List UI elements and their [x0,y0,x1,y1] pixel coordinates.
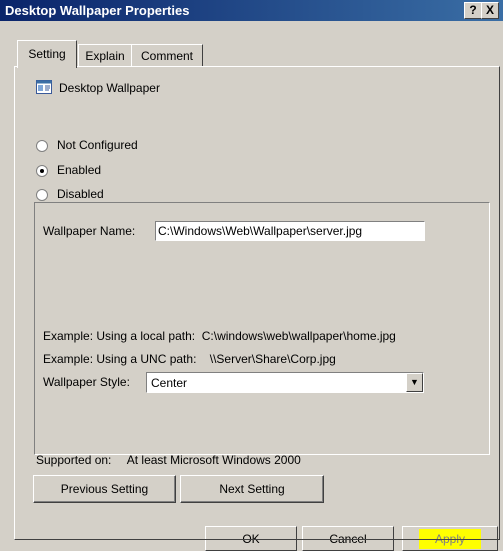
supported-on-value: At least Microsoft Windows 2000 [126,453,301,467]
wallpaper-style-label: Wallpaper Style: [43,375,130,389]
close-button[interactable]: X [481,2,499,19]
example-local-path: Example: Using a local path: C:\windows\… [43,329,396,343]
supported-on-label: Supported on: [36,453,112,467]
previous-setting-button[interactable]: Previous Setting [33,475,176,503]
policy-name: Desktop Wallpaper [59,81,160,95]
tab-setting[interactable]: Setting [17,40,77,68]
wallpaper-name-input[interactable] [155,221,425,241]
radio-disabled[interactable] [36,189,48,201]
wallpaper-style-value: Center [151,376,188,390]
wallpaper-style-select[interactable]: Center ▼ [146,372,424,393]
radio-not-configured-label[interactable]: Not Configured [57,138,138,152]
policy-options-box: Wallpaper Name: Example: Using a local p… [34,202,490,455]
radio-enabled[interactable] [36,165,48,177]
chevron-down-icon[interactable]: ▼ [406,373,423,392]
radio-not-configured[interactable] [36,140,48,152]
window-title: Desktop Wallpaper Properties [5,3,190,18]
supported-on: Supported on: At least Microsoft Windows… [36,453,301,467]
radio-disabled-label[interactable]: Disabled [57,187,104,201]
example-unc-path: Example: Using a UNC path: \\Server\Shar… [43,352,336,366]
help-button[interactable]: ? [464,2,482,19]
tab-comment[interactable]: Comment [131,44,203,67]
next-setting-button[interactable]: Next Setting [180,475,324,503]
radio-enabled-label[interactable]: Enabled [57,163,101,177]
tab-explain[interactable]: Explain [78,44,132,67]
wallpaper-name-label: Wallpaper Name: [43,224,136,238]
title-bar[interactable]: Desktop Wallpaper Properties ? X [0,0,503,21]
policy-settings-icon [36,80,52,94]
setting-panel: Desktop Wallpaper Not Configured Enabled… [14,66,500,540]
